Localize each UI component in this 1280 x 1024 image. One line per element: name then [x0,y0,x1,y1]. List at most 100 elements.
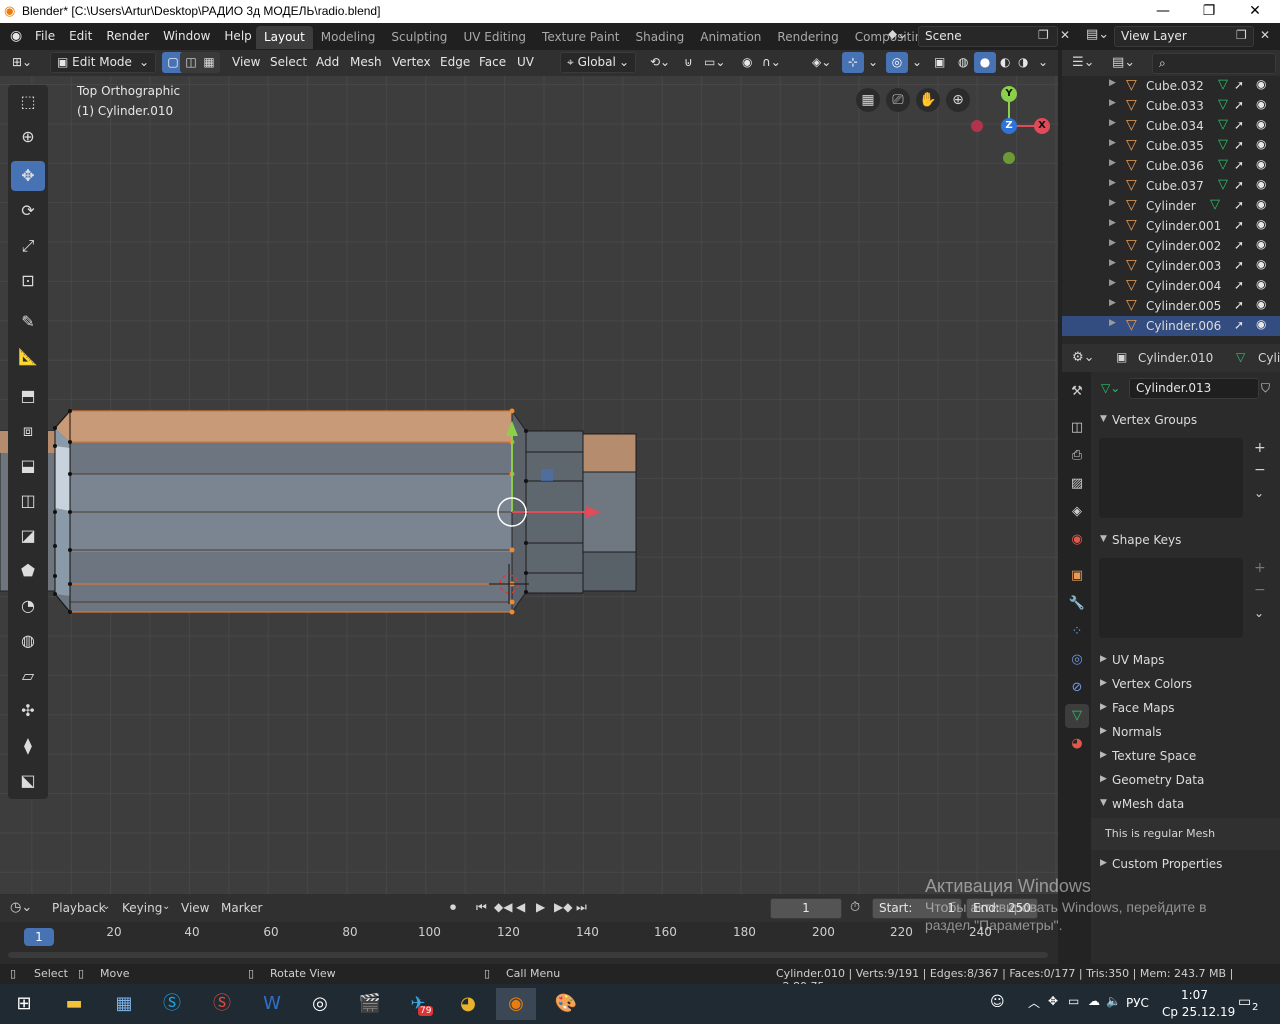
current-frame-field[interactable]: 1 [770,898,842,919]
measure-tool-icon[interactable]: 📐 [11,342,45,372]
selectable-cursor-icon[interactable]: ➚ [1234,278,1244,292]
remove-vertex-group-icon[interactable]: − [1254,462,1266,478]
view-layer-field[interactable]: View Layer [1114,26,1254,47]
panel-vertex-groups[interactable]: ▼ Vertex Groups [1095,408,1276,432]
eye-icon[interactable]: ◉ [1256,197,1266,211]
gizmo-toggle-icon[interactable]: ⊹ [842,52,864,73]
outliner-row[interactable]: ▶ ▽ Cube.037 ▽ ➚ ◉ [1062,176,1280,196]
edge-slide-tool-icon[interactable]: ▱ [11,661,45,691]
menu-edge[interactable]: Edge [434,52,476,73]
selectable-cursor-icon[interactable]: ➚ [1234,238,1244,252]
poly-build-tool-icon[interactable]: ⬟ [11,556,45,586]
vertex-groups-list[interactable] [1099,438,1243,518]
clock-time[interactable]: 1:07 [1181,988,1208,1002]
panel-custom-properties[interactable]: ▶ Custom Properties [1095,852,1276,876]
eye-icon[interactable]: ◉ [1256,157,1266,171]
face-select-icon[interactable]: ▦ [198,52,220,73]
eye-icon[interactable]: ◉ [1256,217,1266,231]
eye-icon[interactable]: ◉ [1256,137,1266,151]
mesh-data-icon[interactable]: ▽ [1218,137,1228,152]
snap-icon[interactable]: ⊍ [678,52,699,73]
menu-vertex[interactable]: Vertex [386,52,437,73]
eye-icon[interactable]: ◉ [1256,257,1266,271]
outliner-row[interactable]: ▶ ▽ Cylinder.002 ➚ ◉ [1062,236,1280,256]
tab-texture-paint[interactable]: Texture Paint [534,26,627,49]
mesh-data-icon[interactable]: ▽ [1218,177,1228,192]
rotate-tool-icon[interactable]: ⟳ [11,196,45,226]
expand-arrow-icon[interactable]: ▶ [1109,198,1116,208]
eye-icon[interactable]: ◉ [1256,77,1266,91]
menu-playback[interactable]: Playback [52,901,106,915]
mesh-data-icon[interactable]: ▽ [1218,97,1228,112]
remove-shape-key-icon[interactable]: − [1254,582,1266,598]
notifications-icon[interactable]: ▭ [1238,994,1251,1010]
selectable-cursor-icon[interactable]: ➚ [1234,98,1244,112]
physics-tab-icon[interactable]: ◎ [1065,648,1089,672]
fake-user-shield-icon[interactable]: ⛉ [1261,381,1270,396]
menu-help[interactable]: Help [217,23,258,50]
clapper-icon[interactable]: 🎬 [350,988,390,1020]
play-icon[interactable]: ▶ [536,900,545,914]
panel-shape-keys[interactable]: ▼ Shape Keys [1095,528,1276,552]
shading-dropdown-icon[interactable]: ⌄ [1032,52,1054,73]
record-icon[interactable]: ⏺ [450,900,456,915]
panel-geometry-data[interactable]: ▶ Geometry Data [1095,768,1276,792]
annotate-tool-icon[interactable]: ✎ [11,307,45,337]
output-tab-icon[interactable]: ⎙ [1065,444,1089,468]
expand-arrow-icon[interactable]: ▶ [1109,178,1116,188]
new-scene-icon[interactable]: ❐ [1038,28,1049,42]
eye-icon[interactable]: ◉ [1256,237,1266,251]
eye-icon[interactable]: ◉ [1256,297,1266,311]
mesh-data-icon[interactable]: ▽ [1218,117,1228,132]
xray-icon[interactable]: ▣ [928,52,951,73]
prev-keyframe-icon[interactable]: ◆◀ [494,900,512,914]
menu-uv[interactable]: UV [511,52,540,73]
outliner-editor-icon[interactable]: ☰⌄ [1072,55,1095,70]
menu-face[interactable]: Face [473,52,512,73]
mesh-data-icon[interactable]: ▽ [1218,77,1228,92]
expand-arrow-icon[interactable]: ▶ [1109,318,1116,328]
selectable-cursor-icon[interactable]: ➚ [1234,118,1244,132]
volume-icon[interactable]: 🔈 [1106,994,1121,1008]
jump-start-icon[interactable]: ⏮ [476,900,487,915]
timeline-editor-icon[interactable]: ◷⌄ [10,900,32,915]
mesh-datablock[interactable]: ▽⌄ Cylinder.013 [1099,378,1261,400]
object-tab-icon[interactable]: ▣ [1065,564,1089,588]
tab-uv-editing[interactable]: UV Editing [455,26,534,49]
eye-icon[interactable]: ◉ [1256,277,1266,291]
timeline-ruler[interactable]: 20 40 60 80 100 120 140 160 180 200 220 240 [0,922,1058,944]
outliner-row[interactable]: ▶ ▽ Cylinder.001 ➚ ◉ [1062,216,1280,236]
world-tab-icon[interactable]: ◉ [1065,528,1089,552]
selectable-cursor-icon[interactable]: ➚ [1234,318,1244,332]
menu-mesh[interactable]: Mesh [344,52,388,73]
outliner-row[interactable]: ▶ ▽ Cylinder.004 ➚ ◉ [1062,276,1280,296]
network-icon[interactable]: ▭ [1068,994,1079,1008]
gizmo-dropdown-icon[interactable]: ⌄ [862,52,884,73]
add-shape-key-icon[interactable]: + [1254,560,1266,576]
people-icon[interactable]: ☺ [990,994,1005,1010]
mesh-data-icon[interactable]: ▽ [1218,157,1228,172]
windows-start-icon[interactable]: ⊞ [4,988,44,1020]
expand-arrow-icon[interactable]: ▶ [1109,258,1116,268]
outliner-row[interactable]: ▶ ▽ Cylinder ▽ ➚ ◉ [1062,196,1280,216]
bevel-tool-icon[interactable]: ⬓ [11,451,45,481]
extrude-tool-icon[interactable]: ⬒ [11,381,45,411]
scene-tab-icon[interactable]: ◈ [1065,500,1089,524]
new-view-layer-icon[interactable]: ❐ [1236,28,1247,42]
panel-vertex-colors[interactable]: ▶ Vertex Colors [1095,672,1276,696]
transform-tool-icon[interactable]: ⊡ [11,266,45,296]
menu-window[interactable]: Window [156,23,217,50]
tab-layout[interactable]: Layout [256,26,313,49]
selectable-cursor-icon[interactable]: ➚ [1234,298,1244,312]
shrink-fatten-tool-icon[interactable]: ✣ [11,696,45,726]
outliner-row[interactable]: ▶ ▽ Cube.035 ▽ ➚ ◉ [1062,136,1280,156]
pivot-icon[interactable]: ⟲⌄ [644,52,676,73]
selectable-cursor-icon[interactable]: ➚ [1234,258,1244,272]
shading-solid-icon[interactable]: ● [974,52,996,73]
menu-view[interactable]: View [226,52,266,73]
tool-tab-icon[interactable]: ⚒ [1065,380,1089,404]
editor-type-icon[interactable]: ⊞⌄ [6,52,38,73]
mode-select[interactable]: ▣ Edit Mode ⌄ [50,52,156,73]
vertex-group-specials-icon[interactable]: ⌄ [1254,486,1264,500]
outliner-row[interactable]: ▶ ▽ Cylinder.003 ➚ ◉ [1062,256,1280,276]
